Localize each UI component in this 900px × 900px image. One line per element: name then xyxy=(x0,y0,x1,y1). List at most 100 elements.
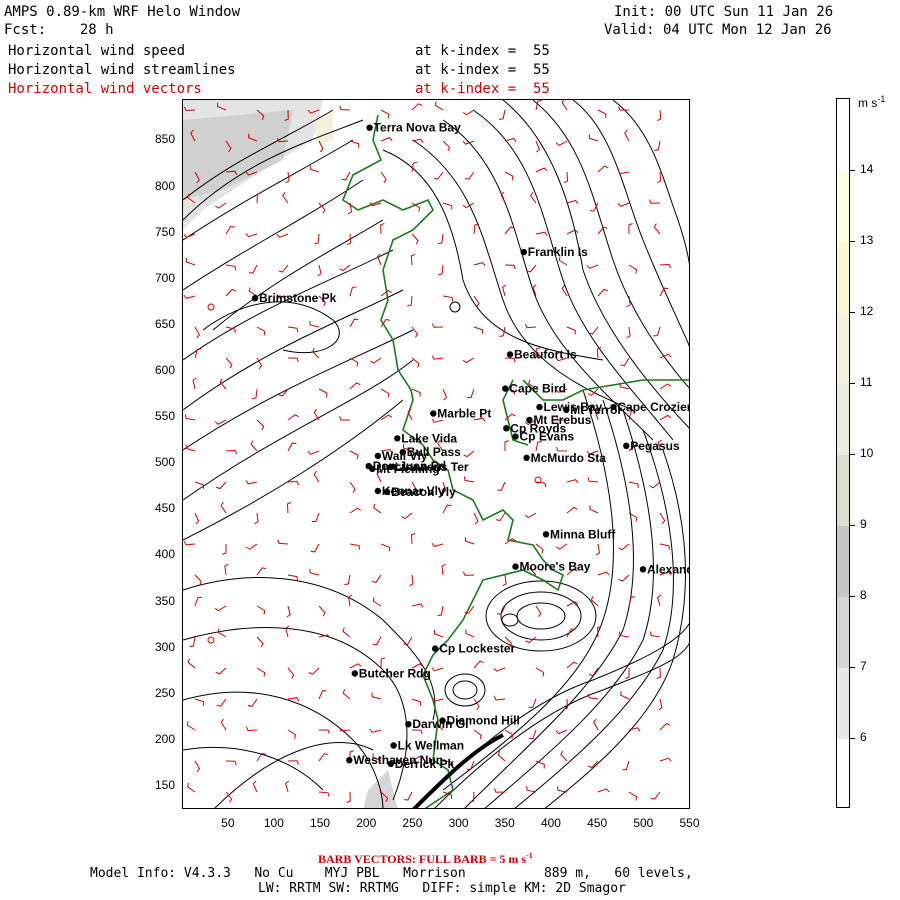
x-tick-label: 250 xyxy=(402,816,423,830)
wind-barb xyxy=(380,543,390,552)
wind-barb xyxy=(311,512,320,522)
wind-barb xyxy=(561,284,568,297)
place-dot xyxy=(512,433,519,440)
wind-barb xyxy=(504,264,516,270)
wind-barb xyxy=(504,440,509,451)
wind-barb xyxy=(628,264,638,274)
x-tick-label: 300 xyxy=(448,816,469,830)
wind-barb xyxy=(588,326,599,335)
wind-barb xyxy=(254,512,259,525)
wind-barb xyxy=(194,698,205,706)
colorbar-segment xyxy=(837,171,849,242)
wind-barb xyxy=(464,171,475,180)
wind-barb xyxy=(349,543,361,550)
wind-barb xyxy=(560,750,568,762)
wind-barb xyxy=(434,629,444,638)
wind-barb xyxy=(493,696,506,701)
x-tick-label: 550 xyxy=(679,816,700,830)
wind-barb xyxy=(276,233,289,238)
place-label: Beacon Vly xyxy=(391,485,456,499)
place-label: Minna Bluff xyxy=(550,527,616,541)
wind-barb xyxy=(312,347,320,359)
wind-barb xyxy=(431,667,444,672)
wind-barb xyxy=(622,760,630,771)
place-markers: Terra Nova Bay Franklin Is Brimstone Pk Bea… xyxy=(251,121,690,771)
wind-barb xyxy=(653,223,661,235)
calm-wind-marker xyxy=(207,636,215,644)
wind-barb xyxy=(256,605,266,615)
wind-barb xyxy=(407,295,413,307)
wind-barb xyxy=(473,262,486,267)
place-label: Terra Nova Bay xyxy=(374,121,461,135)
wind-barb xyxy=(286,501,292,514)
colorbar-segment xyxy=(837,455,849,526)
wind-barb xyxy=(278,388,289,397)
wind-barb xyxy=(464,536,475,545)
wind-barb xyxy=(277,539,289,545)
colorbar-tick-label: 10 xyxy=(860,446,874,460)
place-label: Lake Vida xyxy=(401,431,457,445)
y-tick-label: 350 xyxy=(155,593,176,608)
wind-barb xyxy=(313,470,320,483)
wind-barb xyxy=(286,605,291,618)
colorbar-tick-label: 8 xyxy=(860,588,867,602)
wind-barb xyxy=(441,563,446,576)
wind-barb xyxy=(618,574,630,582)
forecast-hour: Fcst: 28 h xyxy=(4,22,114,38)
field-3-level: at k-index = 55 xyxy=(415,81,550,97)
wind-barb xyxy=(617,202,630,207)
wind-barb xyxy=(194,760,201,773)
wind-barb xyxy=(504,171,514,181)
wind-barb xyxy=(597,571,610,576)
place-label: Pegasus xyxy=(630,439,680,453)
place-label: Linnaeus Ter xyxy=(395,460,469,474)
wind-barb xyxy=(411,698,422,706)
colorbar-tick xyxy=(850,241,855,242)
wind-barb xyxy=(194,596,202,607)
place-dot xyxy=(390,742,397,749)
field-2-name: Horizontal wind streamlines xyxy=(8,62,236,78)
wind-barb xyxy=(411,357,420,368)
place-dot xyxy=(623,442,630,449)
wind-barb xyxy=(245,480,258,485)
wind-barb xyxy=(194,326,201,339)
wind-barb xyxy=(248,287,258,297)
colorbar-tick xyxy=(850,383,855,384)
place-dot xyxy=(399,449,406,456)
place-dot xyxy=(512,563,519,570)
place-dot xyxy=(374,487,382,495)
place-dot xyxy=(639,566,647,573)
wind-barb xyxy=(526,786,537,793)
wind-barb xyxy=(442,202,453,210)
wind-barb xyxy=(187,782,196,793)
wind-barb xyxy=(245,726,258,732)
place-dot xyxy=(405,721,412,728)
wind-barb xyxy=(372,597,382,607)
wind-barb xyxy=(310,543,320,553)
wind-barb xyxy=(285,625,290,638)
wind-barb xyxy=(409,574,414,587)
wind-barb xyxy=(656,171,662,184)
wind-barb xyxy=(256,419,265,431)
wind-barb xyxy=(535,167,548,173)
wind-barb xyxy=(380,137,393,142)
wind-barb xyxy=(380,171,387,183)
wind-barb xyxy=(349,507,362,514)
place-label: Cp Evans xyxy=(520,430,575,444)
wind-barb xyxy=(437,233,444,245)
wind-barb xyxy=(495,512,506,522)
wind-barb xyxy=(566,506,578,514)
model-info: Model Info: V4.3.3 No Cu MYJ PBL Morriso… xyxy=(90,866,693,881)
y-tick-label: 150 xyxy=(155,777,176,792)
wind-barb xyxy=(256,326,266,336)
wind-barb xyxy=(225,288,237,297)
place-label: Alexander xyxy=(647,562,690,576)
wind-barb xyxy=(225,225,235,235)
colorbar-tick xyxy=(850,738,855,739)
wind-barb xyxy=(372,636,382,646)
wind-barb xyxy=(411,138,424,143)
wind-barb xyxy=(597,226,608,235)
wind-barb xyxy=(225,264,237,271)
wind-barb xyxy=(287,326,299,333)
place-label: Butcher Rdg xyxy=(359,667,431,681)
